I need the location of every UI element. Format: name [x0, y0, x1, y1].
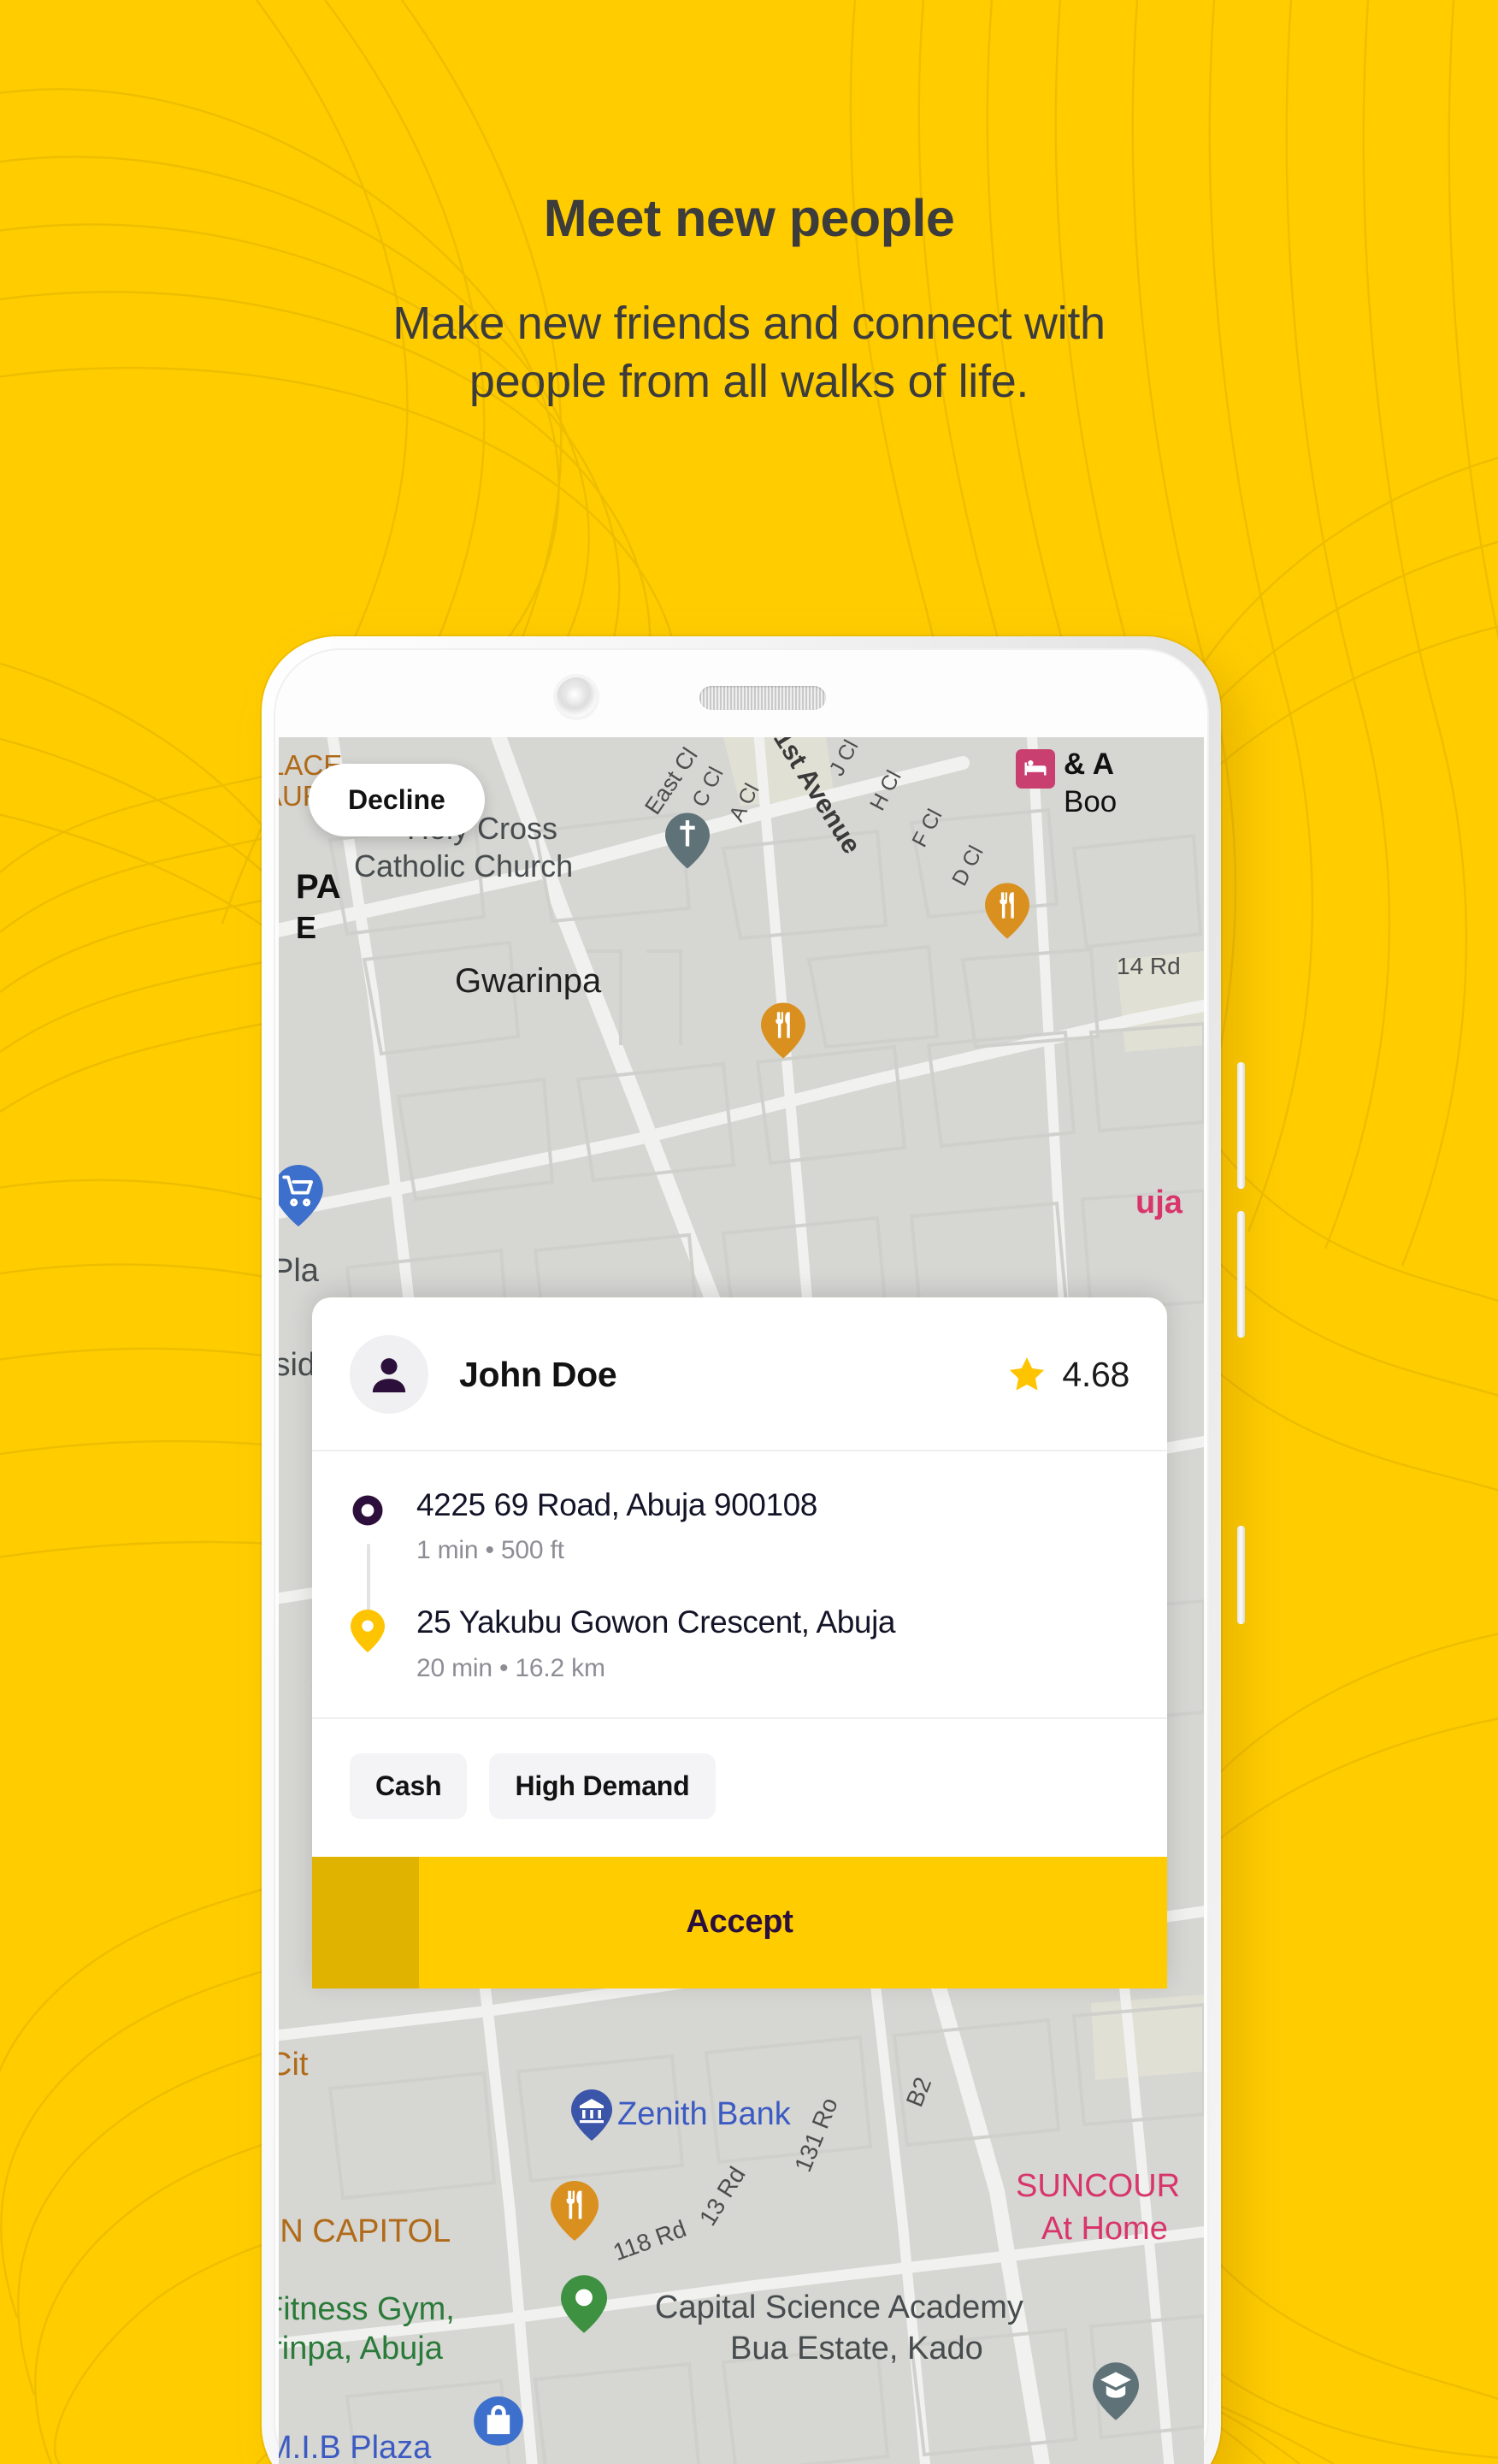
restaurant-pin-icon-3[interactable]: [551, 2181, 599, 2241]
restaurant-pin-icon[interactable]: [985, 883, 1029, 939]
volume-down-button[interactable]: [1237, 1211, 1245, 1338]
promo-text-block: Meet new people Make new friends and con…: [0, 0, 1498, 411]
dropoff-meta: 20 min • 16.2 km: [416, 1653, 605, 1682]
ride-tags: Cash High Demand: [312, 1719, 1167, 1857]
dropoff-address: 25 Yakubu Gowon Crescent, Abuja: [416, 1604, 896, 1640]
restaurant-pin-icon-2[interactable]: [761, 1002, 805, 1059]
phone-screen: LACE AUR... & A Boo Holy Cross Catholic …: [279, 737, 1204, 2464]
decline-button[interactable]: Decline: [309, 764, 485, 836]
gym-pin-icon[interactable]: [561, 2275, 607, 2333]
rider-identity: John Doe: [350, 1335, 617, 1414]
pickup-row: 4225 69 Road, Abuja 900108 1 min • 500 f…: [350, 1487, 1129, 1565]
page-title: Meet new people: [543, 189, 955, 247]
person-avatar-icon: [372, 1358, 406, 1392]
phone-top-bezel: [262, 636, 1221, 737]
accept-button-label: Accept: [686, 1904, 793, 1941]
church-pin-icon[interactable]: [665, 812, 710, 869]
rider-name: John Doe: [459, 1354, 617, 1394]
dropoff-text: 25 Yakubu Gowon Crescent, Abuja 20 min •…: [416, 1604, 1129, 1682]
power-button[interactable]: [1237, 1526, 1245, 1624]
dropoff-row: 25 Yakubu Gowon Crescent, Abuja 20 min •…: [350, 1604, 1129, 1682]
page-subtitle: Make new friends and connect with people…: [0, 294, 1498, 411]
earpiece-speaker-icon: [699, 686, 826, 710]
pickup-meta: 1 min • 500 ft: [416, 1536, 564, 1565]
phone-mockup: LACE AUR... & A Boo Holy Cross Catholic …: [262, 636, 1245, 2464]
cart-pin-icon[interactable]: [279, 1165, 323, 1226]
pickup-address: 4225 69 Road, Abuja 900108: [416, 1487, 817, 1522]
volume-up-button[interactable]: [1237, 1062, 1245, 1189]
pickup-text: 4225 69 Road, Abuja 900108 1 min • 500 f…: [416, 1487, 1129, 1565]
accept-countdown-progress: [312, 1856, 419, 1988]
map-view[interactable]: LACE AUR... & A Boo Holy Cross Catholic …: [279, 737, 1204, 2464]
rider-header-row: John Doe 4.68: [312, 1297, 1167, 1451]
school-pin-icon[interactable]: [1093, 2362, 1139, 2420]
page-subtitle-line-1: Make new friends and connect with: [392, 298, 1106, 350]
page-subtitle-line-2: people from all walks of life.: [469, 356, 1029, 408]
bank-pin-icon[interactable]: [571, 2089, 612, 2142]
tag-demand-level[interactable]: High Demand: [489, 1752, 716, 1819]
route-block: 4225 69 Road, Abuja 900108 1 min • 500 f…: [312, 1451, 1167, 1719]
hotel-poi-icon[interactable]: [1016, 749, 1055, 789]
avatar: [350, 1335, 428, 1414]
rating-value: 4.68: [1062, 1354, 1129, 1394]
front-camera-icon: [557, 677, 596, 717]
accept-button[interactable]: Accept: [312, 1856, 1167, 1988]
ride-request-card: John Doe 4.68 4225 69 Road, Abuja 900108…: [312, 1297, 1167, 1988]
star-icon: [1010, 1357, 1045, 1391]
rating-group: 4.68: [1007, 1355, 1129, 1395]
destination-pin-icon: [350, 1604, 386, 1682]
pickup-dot-icon: [350, 1487, 386, 1565]
shopping-pin-icon[interactable]: [474, 2396, 523, 2458]
tag-payment-method[interactable]: Cash: [350, 1752, 468, 1819]
